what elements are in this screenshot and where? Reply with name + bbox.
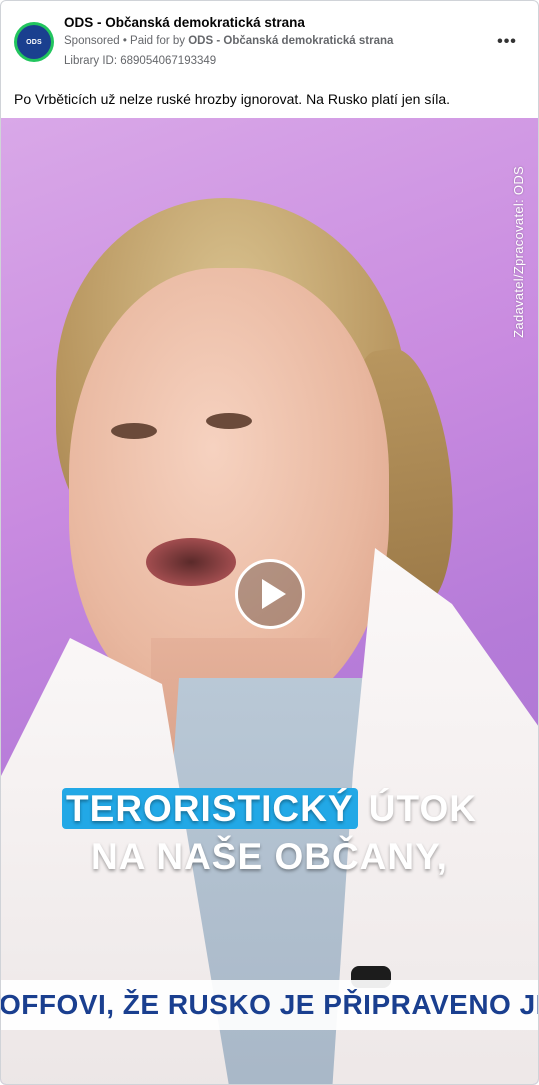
news-ticker: OFFOVI, ŽE RUSKO JE PŘIPRAVENO JEDNAT S [1, 980, 538, 1030]
library-id: Library ID: 689054067193349 [64, 55, 217, 67]
ad-body-text: Po Vrběticích už nelze ruské hrozby igno… [14, 91, 451, 107]
paid-for-name: ODS - Občanská demokratická strana [188, 35, 394, 47]
video-watermark: Zadavatel/Zpracovatel: ODS [511, 166, 526, 338]
caption-line-1-rest: ÚTOK [357, 788, 477, 829]
post-header: ODS ODS - Občanská demokratická strana S… [1, 1, 538, 81]
video-frame-eye-left [111, 423, 157, 439]
sponsored-line: Sponsored • Paid for by ODS - Občanská d… [64, 35, 393, 47]
video-caption: TERORISTICKÝ ÚTOK NA NAŠE OBČANY, [1, 785, 538, 881]
caption-line-1: TERORISTICKÝ ÚTOK [1, 785, 538, 833]
video-frame-mouth [146, 538, 236, 586]
avatar-text: ODS [26, 38, 42, 46]
video-frame-eye-right [206, 413, 252, 429]
play-icon [261, 579, 286, 609]
sponsored-label: Sponsored [64, 35, 120, 47]
caption-highlight: TERORISTICKÝ [62, 788, 358, 829]
video-player[interactable]: Zadavatel/Zpracovatel: ODS TERORISTICKÝ … [1, 118, 538, 1084]
ad-card: ODS ODS - Občanská demokratická strana S… [0, 0, 539, 1085]
paid-for-prefix: • Paid for by [122, 35, 186, 47]
ods-logo-icon: ODS [17, 25, 51, 59]
caption-line-2: NA NAŠE OBČANY, [91, 836, 448, 877]
more-options-icon[interactable]: ••• [496, 31, 518, 53]
play-button[interactable] [235, 559, 305, 629]
page-avatar[interactable]: ODS [14, 22, 54, 62]
ticker-text: OFFOVI, ŽE RUSKO JE PŘIPRAVENO JEDNAT S [1, 989, 538, 1020]
page-name-link[interactable]: ODS - Občanská demokratická strana [64, 15, 305, 30]
